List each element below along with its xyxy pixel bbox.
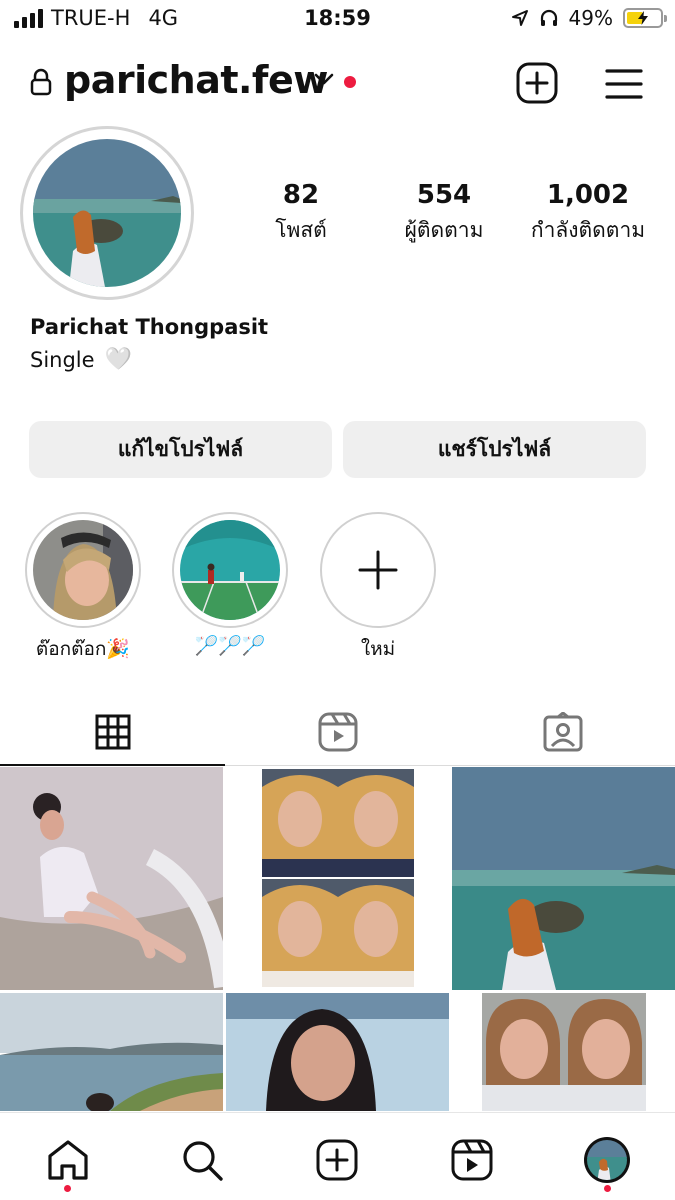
reels-icon	[451, 1139, 493, 1181]
tab-reels[interactable]	[225, 700, 450, 764]
notification-dot	[344, 76, 356, 88]
nav-create[interactable]	[312, 1135, 362, 1185]
profile-avatar[interactable]	[20, 126, 194, 300]
headphones-icon	[540, 9, 557, 26]
nav-profile[interactable]	[582, 1135, 632, 1185]
following-label: กำลังติดตาม	[530, 218, 646, 242]
create-icon	[316, 1139, 358, 1181]
bottom-nav	[0, 1112, 675, 1200]
nav-reels[interactable]	[447, 1135, 497, 1185]
full-name: Parichat Thongpasit	[30, 315, 269, 339]
nav-search[interactable]	[177, 1135, 227, 1185]
followers-label: ผู้ติดตาม	[404, 218, 484, 242]
new-highlight[interactable]: ใหม่	[320, 512, 436, 664]
battery-percent: 49%	[568, 6, 613, 30]
grid-icon	[95, 714, 130, 750]
chevron-down-icon[interactable]	[314, 72, 334, 86]
home-notification-dot	[64, 1185, 71, 1192]
profile-header: parichat.few	[0, 52, 675, 114]
tab-tagged[interactable]	[450, 700, 675, 764]
new-post-icon[interactable]	[516, 62, 558, 104]
highlight-label: 🏸🏸🏸	[194, 635, 266, 657]
white-heart-icon: 🤍	[104, 347, 132, 372]
plus-icon	[358, 550, 398, 590]
battery-charging-icon	[623, 8, 667, 28]
followers-count: 554	[416, 180, 472, 210]
highlight-label: ใหม่	[360, 638, 396, 660]
share-profile-button[interactable]: แชร์โปรไฟล์	[343, 421, 646, 478]
grid-post[interactable]	[0, 993, 223, 1111]
location-arrow-icon	[511, 10, 528, 26]
grid-post[interactable]	[226, 993, 449, 1111]
active-tab-indicator	[0, 764, 225, 766]
tab-posts-grid[interactable]	[0, 700, 225, 764]
nav-home[interactable]	[43, 1135, 93, 1185]
grid-post[interactable]	[0, 767, 223, 990]
posts-label: โพสต์	[275, 218, 327, 242]
username-switcher[interactable]: parichat.few	[64, 58, 328, 102]
search-icon	[183, 1141, 223, 1181]
stat-following[interactable]: 1,002 กำลังติดตาม	[508, 180, 668, 247]
reels-icon	[318, 712, 357, 752]
posts-count: 82	[282, 180, 320, 210]
profile-avatar-icon	[584, 1137, 630, 1183]
grid-post[interactable]	[226, 767, 449, 990]
bio: Single 🤍	[30, 347, 132, 372]
stat-followers[interactable]: 554 ผู้ติดตาม	[364, 180, 524, 247]
grid-post[interactable]	[452, 993, 675, 1111]
profile-notification-dot	[604, 1185, 611, 1192]
following-count: 1,002	[546, 180, 630, 210]
status-bar: TRUE-H 4G 18:59 49%	[0, 0, 675, 40]
highlight-item[interactable]: 🏸🏸🏸	[172, 512, 288, 657]
edit-profile-button[interactable]: แก้ไขโปรไฟล์	[29, 421, 332, 478]
menu-icon[interactable]	[604, 66, 644, 102]
highlight-item[interactable]: ต๊อกต๊อก🎉	[25, 512, 141, 664]
grid-post[interactable]	[452, 767, 675, 990]
lock-icon	[30, 68, 52, 96]
home-icon	[48, 1140, 88, 1180]
stat-posts[interactable]: 82 โพสต์	[221, 180, 381, 247]
bio-text: Single	[30, 347, 95, 372]
highlight-label: ต๊อกต๊อก🎉	[35, 638, 131, 660]
tagged-icon	[543, 712, 582, 752]
